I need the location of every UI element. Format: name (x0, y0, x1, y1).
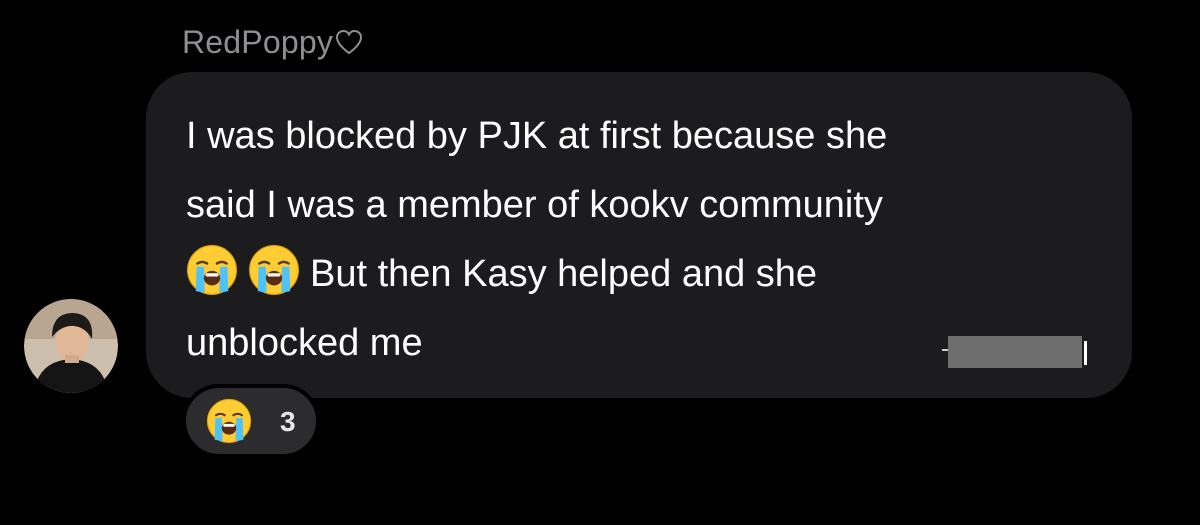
user-avatar-photo-icon (24, 299, 118, 393)
loudly-crying-face-emoji-icon (186, 244, 238, 296)
reaction-count: 3 (280, 406, 296, 437)
message-line-2: said I was a member of kookv community (186, 184, 883, 226)
message-line-3-text: But then Kasy helped and she (310, 253, 818, 295)
reaction-pill[interactable]: 3 (182, 384, 320, 458)
loudly-crying-face-emoji-icon (206, 398, 252, 444)
sender-name-text: RedPoppy (182, 24, 334, 60)
redaction-box (942, 336, 1087, 368)
avatar[interactable] (24, 299, 118, 393)
message-line-1: I was blocked by PJK at first because sh… (186, 115, 888, 157)
sender-name[interactable]: RedPoppy (182, 24, 363, 63)
message-bubble[interactable]: I was blocked by PJK at first because sh… (146, 72, 1132, 398)
loudly-crying-face-emoji-icon (248, 244, 300, 296)
message-line-3: But then Kasy helped and she (186, 240, 1106, 309)
heart-outline-icon (335, 26, 363, 63)
